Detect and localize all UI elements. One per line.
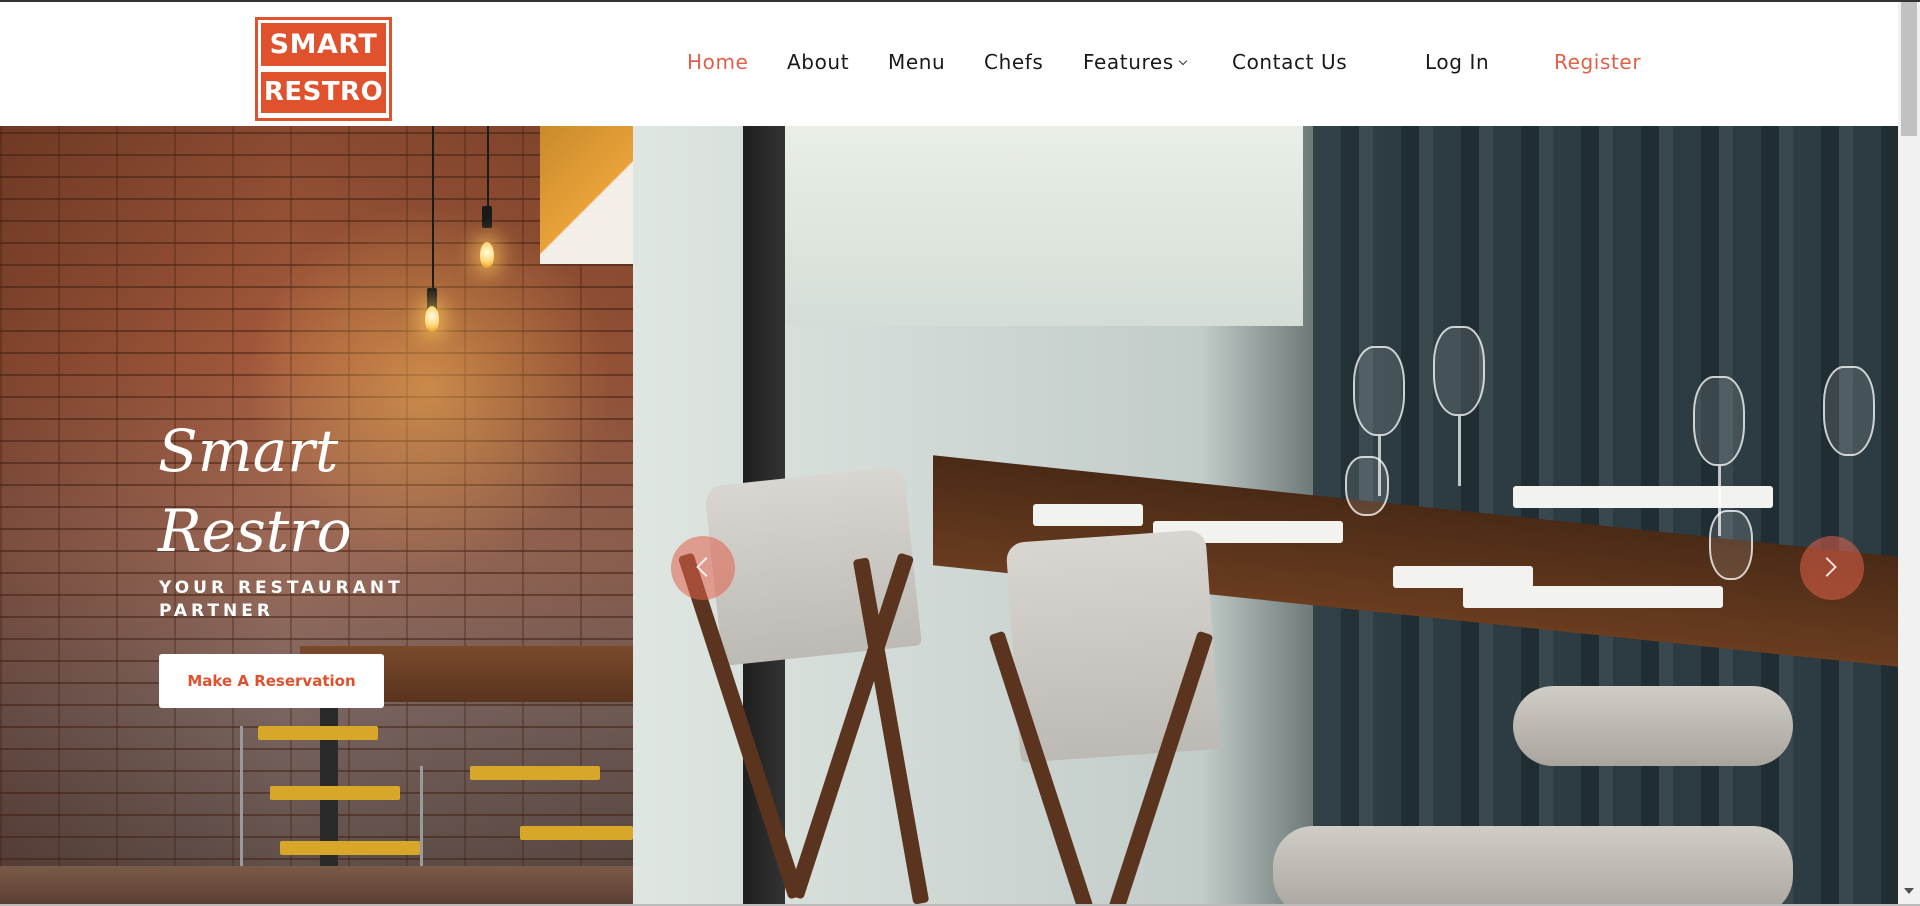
- chair-seat: [1273, 826, 1793, 904]
- hero-brick-wall-image: Smart Restro YOUR RESTAURANT PARTNER Mak…: [0, 126, 633, 904]
- hero-dining-room-image: [633, 126, 1898, 904]
- yellow-chair: [470, 766, 600, 780]
- site-header: SMART RESTRO Home About Menu Chefs Featu…: [0, 2, 1898, 126]
- yellow-chair: [280, 841, 420, 855]
- window-light: [783, 126, 1303, 326]
- nav-item-features-label: Features: [1083, 50, 1174, 74]
- make-reservation-button[interactable]: Make A Reservation: [159, 654, 384, 708]
- nav-item-home[interactable]: Home: [687, 50, 748, 74]
- chair-back: [704, 466, 922, 666]
- page-scrollbar[interactable]: [1898, 2, 1920, 904]
- floor: [0, 866, 633, 904]
- pendant-wire: [487, 126, 489, 206]
- nav-item-about[interactable]: About: [787, 50, 849, 74]
- napkin: [1033, 504, 1143, 526]
- plate: [1393, 566, 1533, 588]
- logo-text-restro: RESTRO: [261, 72, 386, 113]
- water-glass: [1709, 510, 1753, 580]
- yellow-chair: [520, 826, 633, 840]
- nav-item-features[interactable]: Features: [1083, 50, 1188, 74]
- chevron-left-icon: [696, 557, 716, 577]
- chevron-down-icon: [1178, 56, 1188, 66]
- pendant-bulb: [425, 306, 439, 332]
- wine-glass: [1353, 346, 1405, 436]
- wine-glass: [1433, 326, 1485, 416]
- napkin: [1463, 586, 1723, 608]
- chevron-right-icon: [1817, 557, 1837, 577]
- hero-title: Smart Restro: [158, 411, 458, 571]
- hero-carousel: Smart Restro YOUR RESTAURANT PARTNER Mak…: [0, 126, 1898, 904]
- yellow-chair: [258, 726, 378, 740]
- wine-glass: [1693, 376, 1745, 466]
- pendant-bulb: [480, 242, 494, 268]
- logo-text-smart: SMART: [261, 23, 386, 66]
- yellow-chair: [270, 786, 400, 800]
- site-logo[interactable]: SMART RESTRO: [255, 17, 392, 121]
- hero-subtitle: YOUR RESTAURANT PARTNER: [159, 578, 404, 621]
- pendant-wire: [432, 126, 434, 288]
- lamp-shade: [540, 126, 633, 264]
- water-glass: [1345, 456, 1389, 516]
- pendant-socket: [482, 206, 492, 228]
- napkin: [1513, 486, 1773, 508]
- glass-stem: [1458, 416, 1461, 486]
- carousel-next-button[interactable]: [1800, 536, 1864, 600]
- nav-item-contact-us[interactable]: Contact Us: [1232, 50, 1347, 74]
- register-link[interactable]: Register: [1554, 50, 1641, 74]
- wine-glass: [1823, 366, 1875, 456]
- scroll-down-arrow-icon[interactable]: [1904, 888, 1914, 894]
- stool-seat: [1513, 686, 1793, 766]
- chair-back: [1005, 529, 1221, 763]
- nav-item-menu[interactable]: Menu: [888, 50, 945, 74]
- hero-title-line1: Smart: [158, 417, 339, 485]
- scrollbar-thumb[interactable]: [1901, 2, 1917, 136]
- login-link[interactable]: Log In: [1425, 50, 1489, 74]
- carousel-prev-button[interactable]: [671, 536, 735, 600]
- nav-item-chefs[interactable]: Chefs: [984, 50, 1043, 74]
- hero-title-line2: Restro: [158, 497, 352, 565]
